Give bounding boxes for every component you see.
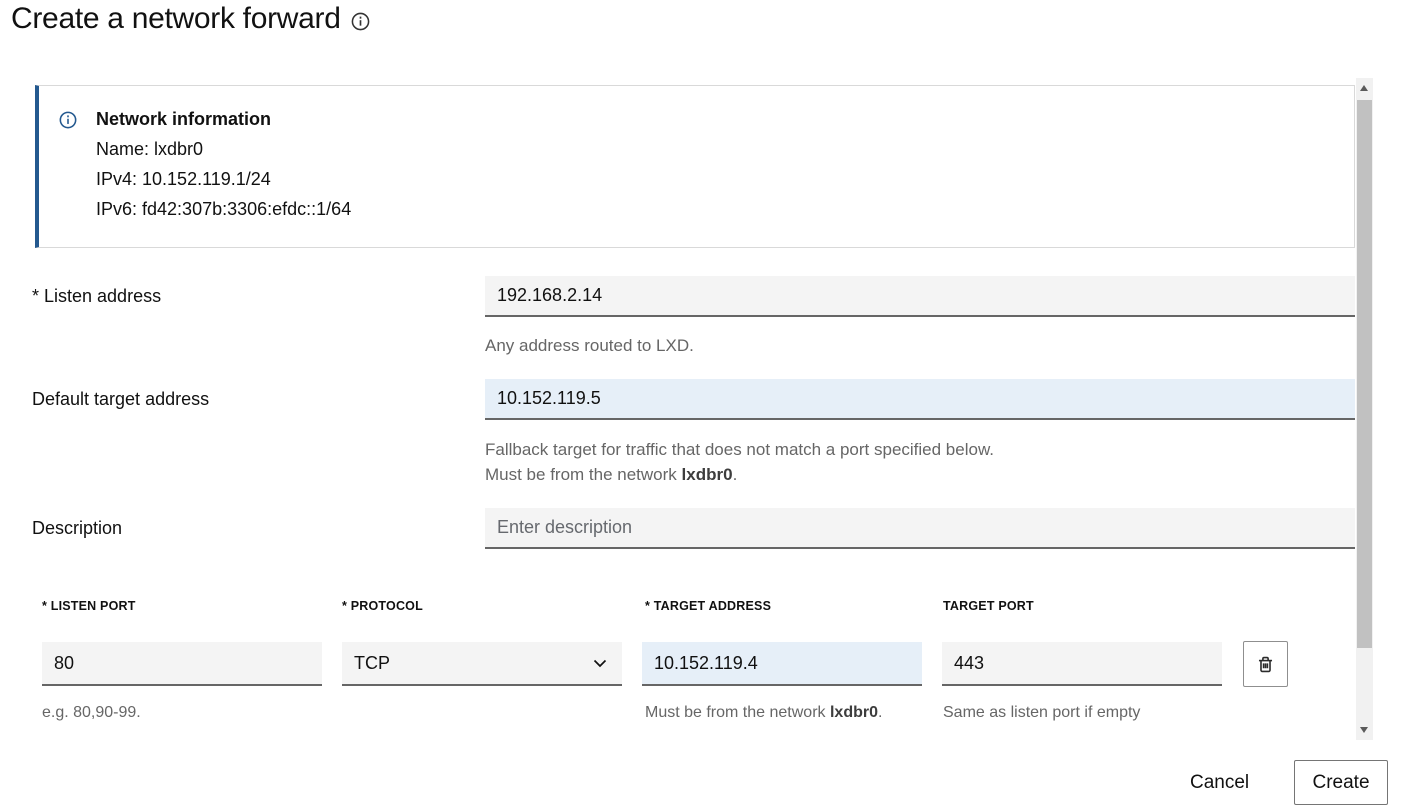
target-port-input[interactable] [942, 642, 1222, 686]
default-target-address-help-2: Must be from the network lxdbr0. [485, 465, 737, 485]
target-port-help: Same as listen port if empty [943, 704, 1140, 722]
info-icon[interactable] [351, 12, 370, 31]
network-name: Name: lxdbr0 [96, 134, 351, 164]
default-target-address-label: Default target address [32, 389, 209, 410]
description-label: Description [32, 518, 122, 539]
network-name-emphasis: lxdbr0 [682, 465, 733, 484]
network-information-banner: Network information Name: lxdbr0 IPv4: 1… [35, 85, 1355, 248]
network-information-content: Network information Name: lxdbr0 IPv4: 1… [96, 104, 351, 224]
network-name-emphasis: lxdbr0 [830, 704, 878, 721]
column-header-target-address: * TARGET ADDRESS [645, 599, 771, 613]
page-title: Create a network forward [11, 2, 370, 36]
target-address-input[interactable] [642, 642, 922, 686]
network-ipv4: IPv4: 10.152.119.1/24 [96, 164, 351, 194]
help-text: . [733, 465, 738, 484]
help-text: Must be from the network [485, 465, 682, 484]
target-address-help: Must be from the network lxdbr0. [645, 704, 882, 722]
help-text: . [878, 704, 882, 721]
delete-port-row-button[interactable] [1243, 641, 1288, 687]
scrollbar-thumb[interactable] [1357, 100, 1372, 648]
trash-icon [1256, 655, 1275, 674]
listen-address-input[interactable] [485, 276, 1355, 317]
default-target-address-input[interactable] [485, 379, 1355, 420]
network-ipv6: IPv6: fd42:307b:3306:efdc::1/64 [96, 194, 351, 224]
cancel-button[interactable]: Cancel [1168, 762, 1271, 804]
default-target-address-help-1: Fallback target for traffic that does no… [485, 440, 994, 460]
scrollbar[interactable] [1356, 78, 1373, 740]
listen-port-help: e.g. 80,90-99. [42, 704, 141, 722]
column-header-target-port: TARGET PORT [943, 599, 1034, 613]
column-header-protocol: * PROTOCOL [342, 599, 423, 613]
column-header-listen-port: * LISTEN PORT [42, 599, 136, 613]
listen-address-help: Any address routed to LXD. [485, 336, 694, 356]
protocol-select[interactable]: TCP [342, 642, 622, 686]
description-input[interactable] [485, 508, 1355, 549]
help-text: Must be from the network [645, 704, 830, 721]
create-network-forward-page: Create a network forward Network informa… [0, 0, 1402, 812]
protocol-select-value: TCP [354, 653, 390, 674]
scrollbar-up-arrow[interactable] [1360, 85, 1368, 91]
create-button[interactable]: Create [1294, 760, 1388, 805]
listen-port-input[interactable] [42, 642, 322, 686]
scrollbar-down-arrow[interactable] [1360, 727, 1368, 733]
page-title-text: Create a network forward [11, 2, 341, 36]
notification-title: Network information [96, 104, 351, 134]
chevron-down-icon [592, 655, 608, 671]
info-icon [59, 111, 77, 129]
listen-address-label: * Listen address [32, 286, 161, 307]
